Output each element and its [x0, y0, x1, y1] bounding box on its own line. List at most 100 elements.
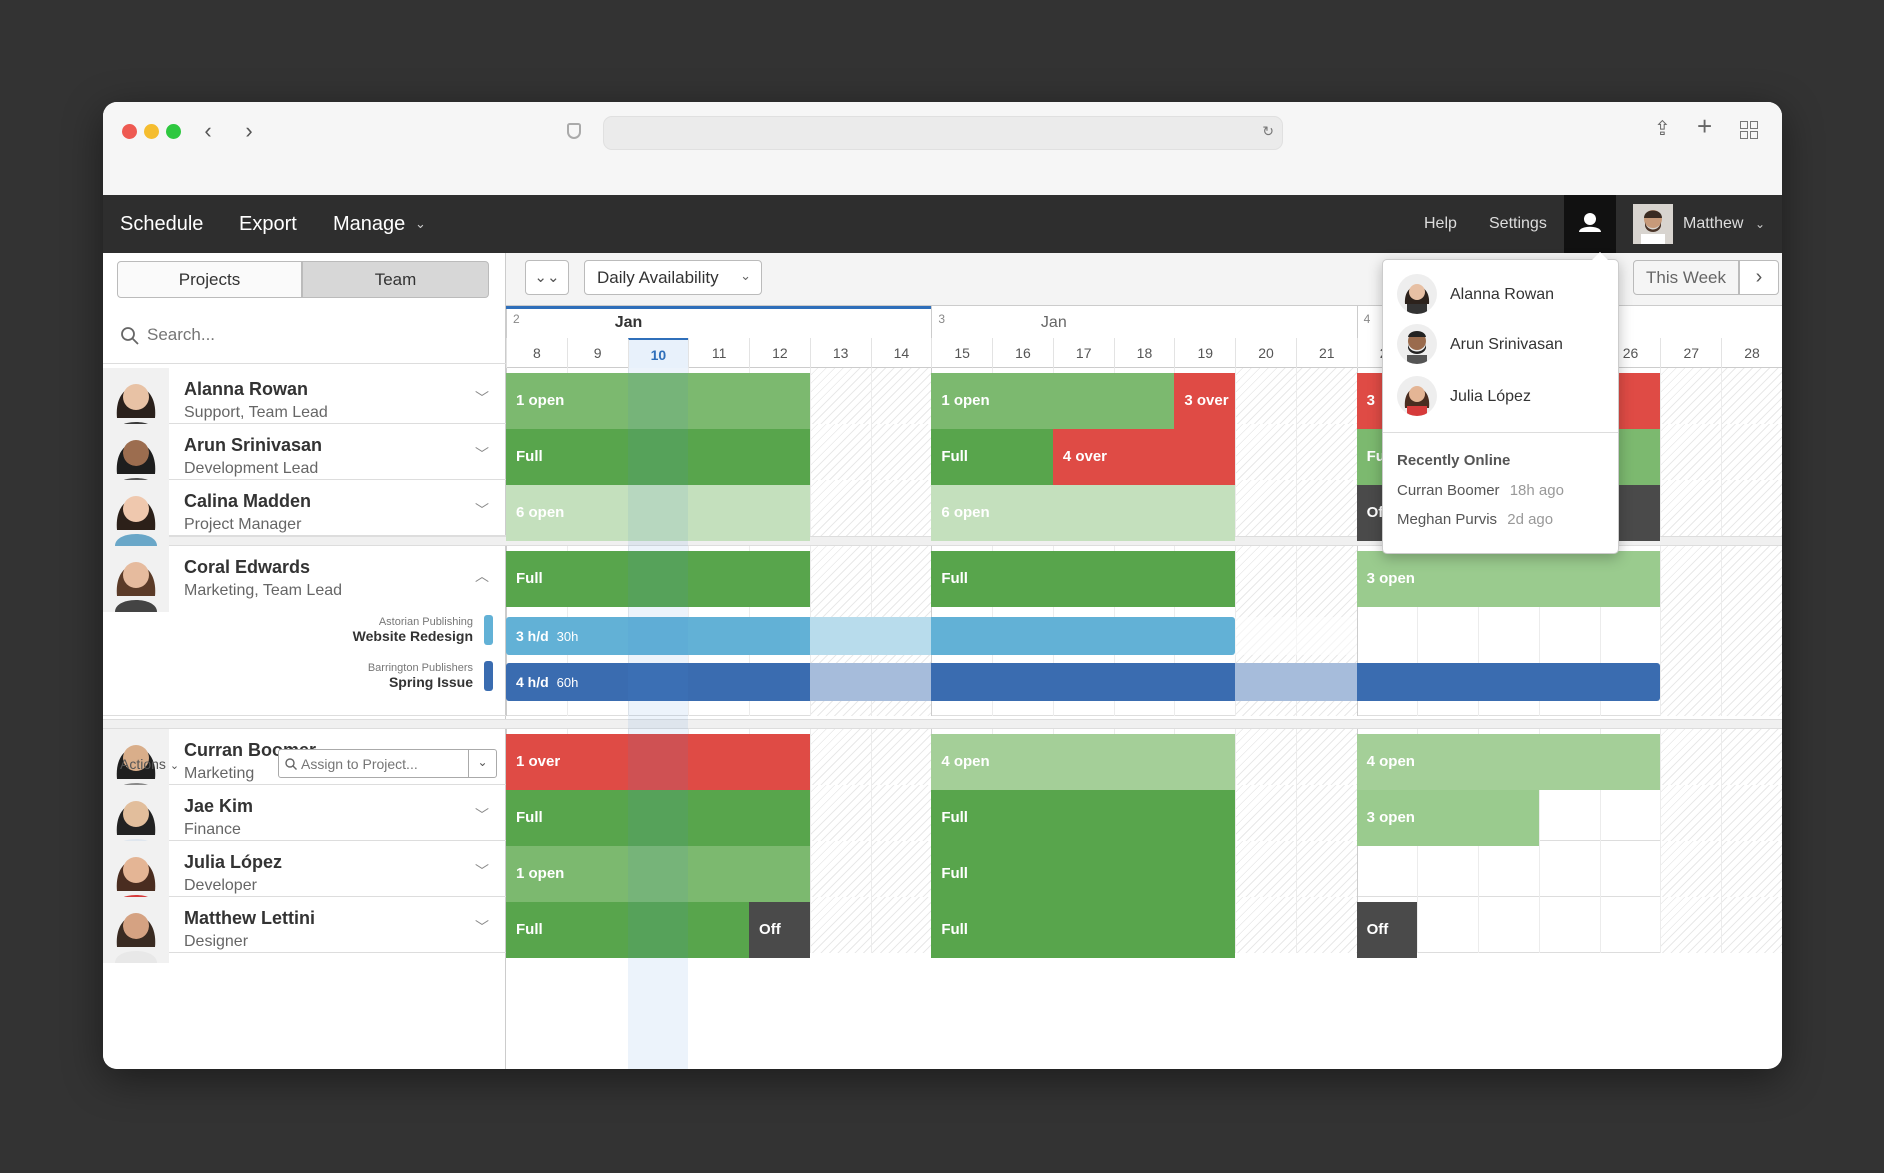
day-label[interactable]: 11: [688, 338, 749, 368]
day-label[interactable]: 28: [1721, 338, 1782, 368]
availability-bar[interactable]: Full: [931, 846, 1236, 902]
user-menu-name[interactable]: Matthew: [1683, 195, 1743, 253]
availability-bar[interactable]: 4 over: [1052, 429, 1236, 485]
person-row[interactable]: Matthew Lettini Designer ﹀: [103, 897, 506, 963]
assign-project-combobox[interactable]: ⌄: [278, 749, 497, 778]
project-color-swatch: [484, 661, 493, 691]
chevron-down-icon[interactable]: ﹀: [475, 805, 489, 825]
back-icon[interactable]: ‹: [195, 118, 221, 144]
day-label[interactable]: 17: [1052, 338, 1114, 368]
share-icon[interactable]: ⇪: [1654, 116, 1671, 141]
availability-bar[interactable]: Off: [749, 902, 810, 958]
day-label[interactable]: 27: [1660, 338, 1721, 368]
chevron-down-icon[interactable]: ﹀: [475, 444, 489, 464]
person-row[interactable]: Julia López Developer ﹀: [103, 841, 506, 907]
search-input[interactable]: [147, 320, 467, 350]
person-row[interactable]: Alanna Rowan Support, Team Lead ﹀: [103, 368, 506, 434]
online-person-alanna[interactable]: Alanna Rowan: [1397, 274, 1607, 318]
app-nav-bar: Schedule Export Manage ⌄ Help Settings M…: [103, 195, 1782, 253]
person-row[interactable]: Calina Madden Project Manager ﹀: [103, 480, 506, 546]
availability-bar[interactable]: 1 open: [506, 846, 810, 902]
day-label[interactable]: 15: [931, 338, 992, 368]
day-divider: [1538, 897, 1540, 953]
next-week-button[interactable]: ›: [1739, 260, 1779, 295]
availability-bar[interactable]: Full: [931, 429, 1053, 485]
projects-tab[interactable]: Projects: [117, 261, 302, 298]
person-row[interactable]: Jae Kim Finance ﹀: [103, 785, 506, 851]
availability-bar[interactable]: Full: [506, 902, 750, 958]
day-label[interactable]: 9: [566, 338, 628, 368]
assign-project-input[interactable]: [301, 754, 461, 774]
chevron-down-icon[interactable]: ﹀: [475, 500, 489, 520]
forward-icon[interactable]: ›: [236, 118, 262, 144]
tab-overview-icon[interactable]: [1740, 121, 1758, 139]
nav-schedule[interactable]: Schedule: [120, 195, 203, 253]
availability-bar[interactable]: Full: [506, 790, 810, 846]
day-label[interactable]: 10: [627, 338, 689, 368]
chevron-down-icon[interactable]: ﹀: [475, 388, 489, 408]
reload-icon[interactable]: ↻: [1262, 123, 1274, 140]
collapse-all-button[interactable]: ⌄⌄: [525, 260, 569, 295]
people-online-button[interactable]: [1564, 195, 1616, 253]
day-label[interactable]: 19: [1174, 338, 1235, 368]
weekend-overlay: [809, 663, 932, 701]
online-person-arun[interactable]: Arun Srinivasan: [1397, 324, 1607, 368]
avatar: [1397, 274, 1437, 314]
recent-person[interactable]: Meghan Purvis 2d ago: [1397, 511, 1553, 528]
availability-bar[interactable]: Full: [931, 551, 1236, 607]
day-label[interactable]: 16: [992, 338, 1053, 368]
availability-bar[interactable]: 4 h/d 60h: [506, 663, 1661, 701]
chevron-right-icon: ›: [1755, 266, 1763, 288]
nav-help[interactable]: Help: [1424, 195, 1457, 253]
client-name: Barrington Publishers: [367, 662, 473, 674]
close-window-button[interactable]: [122, 124, 137, 139]
day-label[interactable]: 13: [809, 338, 871, 368]
chevron-down-icon[interactable]: ⌄: [468, 750, 496, 777]
nav-settings[interactable]: Settings: [1489, 195, 1547, 253]
person-row[interactable]: Arun Srinivasan Development Lead ﹀: [103, 424, 506, 490]
day-divider: [1660, 368, 1662, 424]
availability-bar[interactable]: Full: [506, 551, 810, 607]
user-avatar[interactable]: [1633, 204, 1673, 244]
availability-bar[interactable]: 1 over: [506, 734, 810, 790]
this-week-button[interactable]: This Week: [1633, 260, 1739, 295]
actions-menu[interactable]: Actions ⌄: [120, 756, 179, 772]
online-person-julia[interactable]: Julia López: [1397, 376, 1607, 420]
availability-bar[interactable]: 3 open: [1356, 790, 1539, 846]
day-label[interactable]: 20: [1235, 338, 1296, 368]
assignment-label[interactable]: Barrington Publishers Spring Issue: [263, 662, 473, 690]
day-label[interactable]: 18: [1113, 338, 1175, 368]
availability-dropdown[interactable]: Daily Availability ⌄: [584, 260, 762, 295]
availability-bar[interactable]: 6 open: [506, 485, 810, 541]
availability-bar[interactable]: 3 open: [1356, 551, 1661, 607]
new-tab-icon[interactable]: +: [1697, 111, 1712, 142]
minimize-window-button[interactable]: [144, 124, 159, 139]
availability-bar[interactable]: 4 open: [1356, 734, 1661, 790]
maximize-window-button[interactable]: [166, 124, 181, 139]
day-label[interactable]: 21: [1295, 338, 1357, 368]
day-label[interactable]: 14: [870, 338, 932, 368]
nav-export[interactable]: Export: [239, 195, 297, 253]
availability-bar[interactable]: Full: [931, 790, 1236, 846]
availability-bar[interactable]: 6 open: [931, 485, 1236, 541]
availability-bar[interactable]: Full: [931, 902, 1236, 958]
chevron-up-icon[interactable]: ︿: [475, 566, 489, 586]
day-divider: [1660, 841, 1662, 897]
chevron-down-icon[interactable]: ﹀: [475, 861, 489, 881]
day-label[interactable]: 12: [749, 338, 810, 368]
availability-bar[interactable]: 3 over: [1174, 373, 1236, 429]
nav-manage[interactable]: Manage: [333, 195, 405, 253]
chevron-down-icon[interactable]: ﹀: [475, 917, 489, 937]
availability-bar[interactable]: Off: [1356, 902, 1418, 958]
day-label[interactable]: 8: [506, 338, 567, 368]
recent-person[interactable]: Curran Boomer 18h ago: [1397, 482, 1564, 499]
availability-bar[interactable]: 4 open: [931, 734, 1236, 790]
availability-bar[interactable]: 1 open: [931, 373, 1175, 429]
availability-bar[interactable]: 1 open: [506, 373, 810, 429]
chevron-down-icon: ⌄: [740, 268, 751, 283]
assignment-label[interactable]: Astorian Publishing Website Redesign: [263, 616, 473, 644]
team-tab[interactable]: Team: [302, 261, 489, 298]
address-bar[interactable]: ↻: [603, 116, 1283, 150]
availability-bar[interactable]: Full: [506, 429, 810, 485]
double-chevron-down-icon: ⌄⌄: [534, 269, 560, 286]
